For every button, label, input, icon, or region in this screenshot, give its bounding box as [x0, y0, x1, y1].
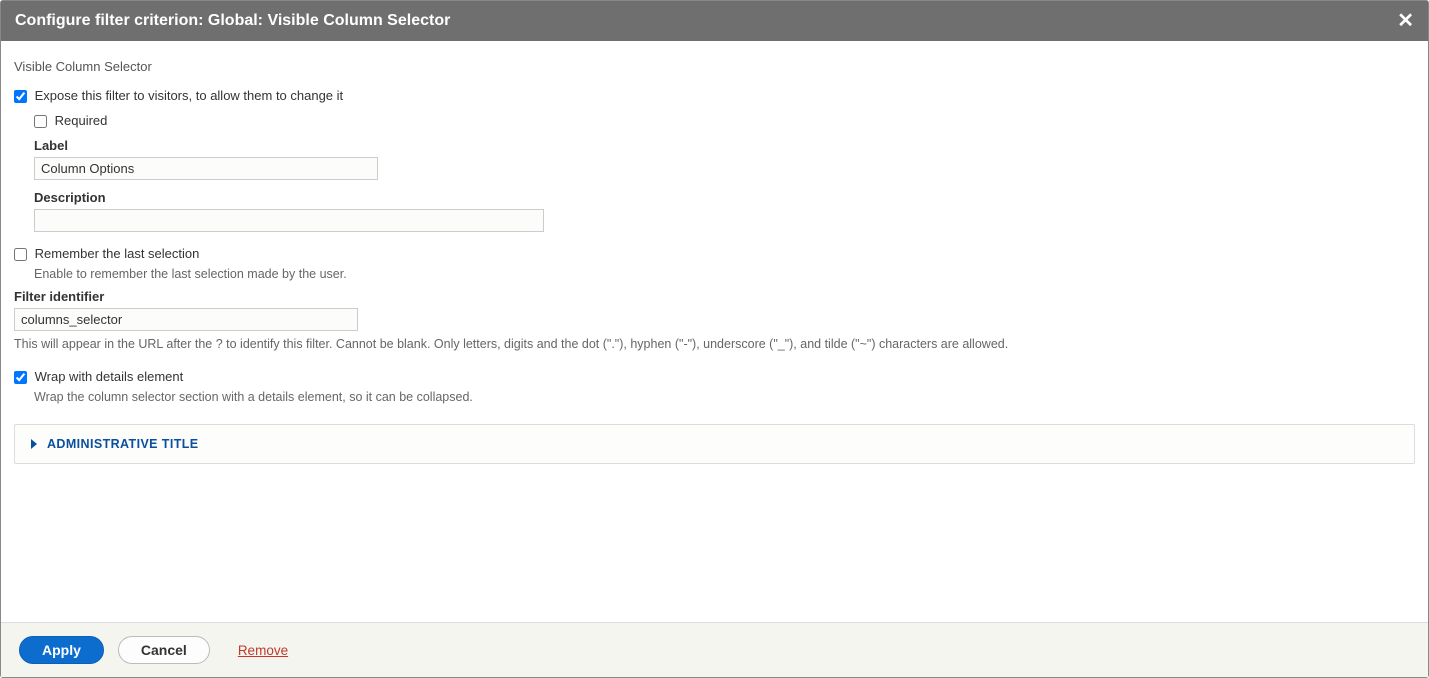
wrap-label[interactable]: Wrap with details element: [35, 369, 184, 384]
admin-title-summary[interactable]: Administrative title: [15, 425, 1414, 463]
wrap-checkbox[interactable]: [14, 371, 27, 384]
remember-checkbox[interactable]: [14, 248, 27, 261]
filter-id-help: This will appear in the URL after the ? …: [14, 337, 1415, 351]
expose-label[interactable]: Expose this filter to visitors, to allow…: [35, 88, 344, 103]
description-input[interactable]: [34, 209, 544, 232]
filter-id-label: Filter identifier: [14, 289, 1415, 304]
admin-title-details[interactable]: Administrative title: [14, 424, 1415, 464]
required-checkbox[interactable]: [34, 115, 47, 128]
remember-help: Enable to remember the last selection ma…: [34, 267, 1415, 281]
wrap-help: Wrap the column selector section with a …: [34, 390, 1415, 404]
remember-label[interactable]: Remember the last selection: [35, 246, 200, 261]
required-label[interactable]: Required: [55, 113, 108, 128]
dialog-title: Configure filter criterion: Global: Visi…: [15, 12, 1397, 30]
remember-row: Remember the last selection: [14, 246, 1415, 261]
remove-link[interactable]: Remove: [238, 643, 288, 658]
caret-right-icon: [31, 439, 37, 449]
description-field-label: Description: [34, 190, 1415, 205]
section-title: Visible Column Selector: [14, 59, 1415, 74]
label-input[interactable]: [34, 157, 378, 180]
dialog: Configure filter criterion: Global: Visi…: [0, 0, 1429, 678]
admin-title-text: Administrative title: [47, 437, 199, 451]
filter-id-input[interactable]: [14, 308, 358, 331]
dialog-body: Visible Column Selector Expose this filt…: [1, 41, 1428, 622]
apply-button[interactable]: Apply: [19, 636, 104, 664]
expose-row: Expose this filter to visitors, to allow…: [14, 88, 1415, 103]
titlebar: Configure filter criterion: Global: Visi…: [1, 1, 1428, 41]
required-row: Required: [34, 113, 1415, 128]
close-icon[interactable]: ✕: [1397, 11, 1414, 31]
label-field-label: Label: [34, 138, 1415, 153]
wrap-row: Wrap with details element: [14, 369, 1415, 384]
expose-checkbox[interactable]: [14, 90, 27, 103]
cancel-button[interactable]: Cancel: [118, 636, 210, 664]
dialog-footer: Apply Cancel Remove: [1, 622, 1428, 677]
